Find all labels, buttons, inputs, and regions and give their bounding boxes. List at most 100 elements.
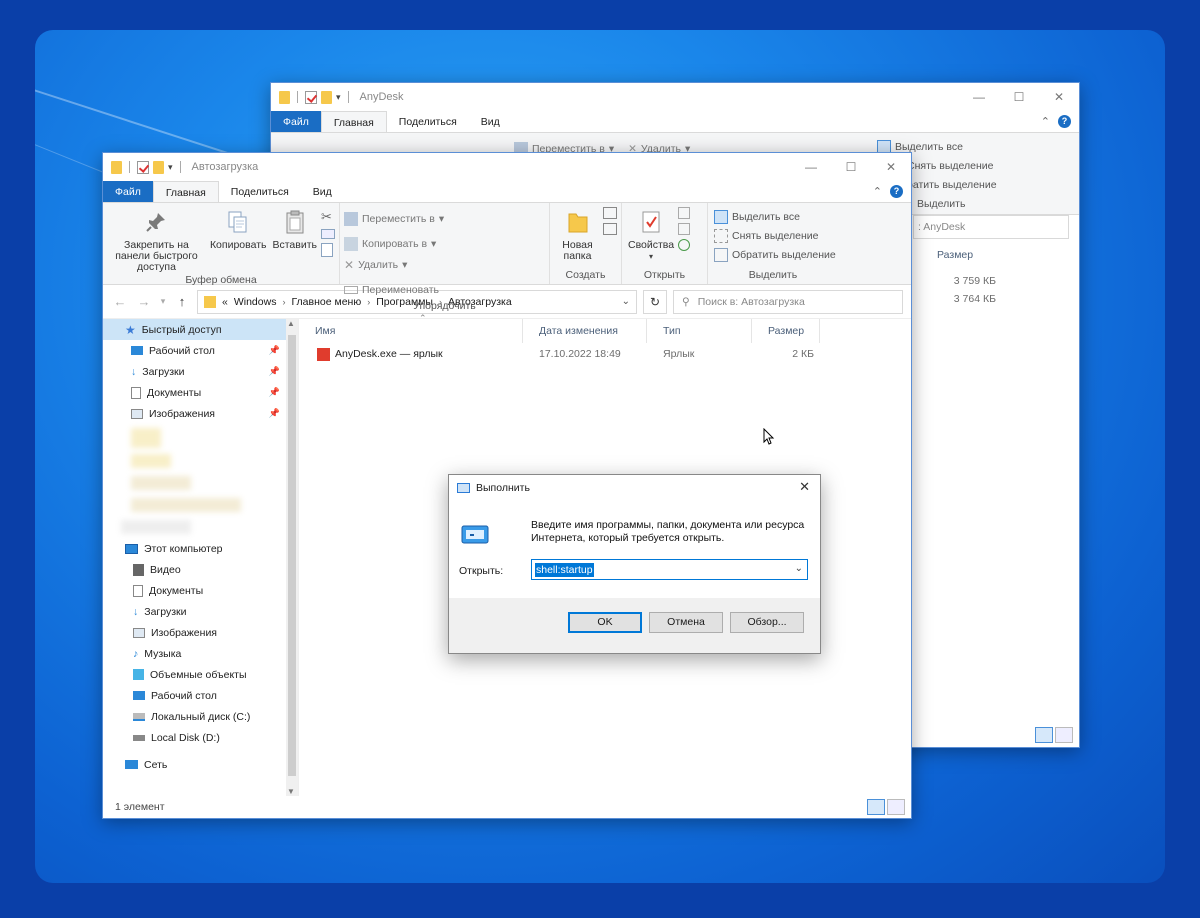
details-view-icon[interactable] bbox=[867, 799, 885, 815]
rename-button[interactable]: Переименовать bbox=[344, 280, 439, 299]
file-row[interactable]: AnyDesk.exe — ярлык 17.10.2022 18:49 Ярл… bbox=[299, 343, 901, 365]
move-to-button[interactable]: Переместить в ▾ bbox=[344, 209, 444, 228]
new-item-icon[interactable] bbox=[603, 207, 617, 219]
breadcrumb-item[interactable]: Windows bbox=[234, 296, 277, 308]
new-folder-icon[interactable] bbox=[153, 160, 164, 174]
new-folder-button[interactable]: Новая папка bbox=[554, 207, 601, 262]
nav-item-drive-c[interactable]: Локальный диск (C:) bbox=[103, 706, 298, 727]
minimize-button[interactable]: — bbox=[791, 153, 831, 181]
nav-scrollbar[interactable]: ▲ ▼ bbox=[286, 319, 298, 796]
large-icons-view-icon[interactable] bbox=[1055, 727, 1073, 743]
column-header-type[interactable]: Тип bbox=[647, 319, 752, 343]
download-icon: ↓ bbox=[131, 365, 137, 378]
pin-icon[interactable]: 📌 bbox=[269, 345, 280, 356]
paste-button[interactable]: Вставить bbox=[270, 207, 319, 251]
tab-home[interactable]: Главная bbox=[152, 181, 219, 202]
close-button[interactable]: ✕ bbox=[799, 479, 810, 495]
close-button[interactable]: ✕ bbox=[871, 153, 911, 181]
column-header-size[interactable]: Размер bbox=[752, 319, 820, 343]
edit-icon[interactable] bbox=[678, 223, 691, 235]
tab-share[interactable]: Поделиться bbox=[219, 181, 301, 202]
tab-file[interactable]: Файл bbox=[103, 181, 153, 202]
search-input[interactable]: ⚲ Поиск в: Автозагрузка bbox=[673, 289, 903, 314]
scroll-up-icon[interactable]: ▲ bbox=[287, 319, 295, 328]
search-input[interactable]: : AnyDesk bbox=[913, 215, 1069, 239]
column-header-name[interactable]: Имя bbox=[299, 319, 523, 343]
column-header-date[interactable]: Дата изменения bbox=[523, 319, 647, 343]
properties-icon[interactable] bbox=[305, 90, 317, 104]
pin-quick-access-button[interactable]: Закрепить на панели быстрого доступа bbox=[107, 207, 206, 273]
paste-shortcut-icon[interactable] bbox=[321, 243, 333, 257]
delete-button[interactable]: ✕ Удалить ▾ bbox=[344, 255, 439, 274]
nav-item-3d-objects[interactable]: Объемные объекты bbox=[103, 664, 298, 685]
nav-network[interactable]: Сеть bbox=[103, 754, 298, 775]
details-view-icon[interactable] bbox=[1035, 727, 1053, 743]
open-icon[interactable] bbox=[678, 207, 691, 219]
maximize-button[interactable]: ☐ bbox=[831, 153, 871, 181]
nav-quick-access[interactable]: ★ Быстрый доступ bbox=[103, 319, 298, 340]
help-icon[interactable]: ? bbox=[890, 185, 903, 198]
cancel-button[interactable]: Отмена bbox=[649, 612, 723, 633]
tab-home[interactable]: Главная bbox=[320, 111, 387, 132]
copy-to-button[interactable]: Копировать в ▾ bbox=[344, 234, 444, 253]
nav-item-desktop[interactable]: Рабочий стол 📌 bbox=[103, 340, 298, 361]
tab-file[interactable]: Файл bbox=[271, 111, 321, 132]
nav-item-drive-d[interactable]: Local Disk (D:) bbox=[103, 727, 298, 748]
nav-item-documents[interactable]: Документы bbox=[103, 580, 298, 601]
properties-button[interactable]: Свойства ▾ bbox=[626, 207, 676, 262]
nav-item-downloads[interactable]: ↓ Загрузки 📌 bbox=[103, 361, 298, 382]
chevron-up-icon[interactable]: ⌃ bbox=[1041, 115, 1050, 128]
pin-icon[interactable]: 📌 bbox=[269, 366, 280, 377]
browse-button[interactable]: Обзор... bbox=[730, 612, 804, 633]
chevron-down-icon[interactable]: ▾ bbox=[168, 162, 173, 173]
chevron-down-icon[interactable]: ▾ bbox=[336, 92, 341, 103]
pin-icon[interactable]: 📌 bbox=[269, 408, 280, 419]
copy-path-icon[interactable] bbox=[321, 229, 335, 239]
nav-this-pc[interactable]: Этот компьютер bbox=[103, 538, 298, 559]
refresh-button[interactable]: ↻ bbox=[643, 289, 667, 314]
deselect-button[interactable]: Снять выделение bbox=[714, 226, 818, 245]
run-dialog[interactable]: Выполнить ✕ Введите имя программы, папки… bbox=[448, 474, 821, 654]
back-button[interactable]: ← bbox=[111, 294, 129, 309]
up-button[interactable]: ↑ bbox=[173, 294, 191, 309]
minimize-button[interactable]: — bbox=[959, 83, 999, 111]
pin-icon[interactable]: 📌 bbox=[269, 387, 280, 398]
nav-item-pictures[interactable]: Изображения bbox=[103, 622, 298, 643]
close-button[interactable]: ✕ bbox=[1039, 83, 1079, 111]
maximize-button[interactable]: ☐ bbox=[999, 83, 1039, 111]
cut-icon[interactable]: ✂ bbox=[321, 209, 335, 225]
nav-item-videos[interactable]: Видео bbox=[103, 559, 298, 580]
forward-button[interactable]: → bbox=[135, 294, 153, 309]
chevron-down-icon[interactable]: ⌄ bbox=[795, 563, 803, 574]
easy-access-icon[interactable] bbox=[603, 223, 617, 235]
copy-button[interactable]: Копировать bbox=[208, 207, 269, 251]
history-icon[interactable] bbox=[678, 239, 691, 251]
dialog-body: Введите имя программы, папки, документа … bbox=[449, 501, 820, 598]
nav-item-desktop[interactable]: Рабочий стол bbox=[103, 685, 298, 706]
tab-view[interactable]: Вид bbox=[301, 181, 344, 202]
tab-view[interactable]: Вид bbox=[469, 111, 512, 132]
invert-selection-button[interactable]: Обратить выделение bbox=[714, 245, 836, 264]
chevron-up-icon[interactable]: ⌃ bbox=[873, 185, 882, 198]
recent-locations-button[interactable]: ▾ bbox=[159, 296, 167, 307]
dialog-title-bar[interactable]: Выполнить bbox=[449, 475, 820, 501]
new-folder-icon[interactable] bbox=[321, 90, 332, 104]
column-header-size[interactable]: Размер bbox=[937, 249, 973, 261]
ok-button[interactable]: OK bbox=[568, 612, 642, 633]
select-all-button[interactable]: Выделить все bbox=[714, 207, 800, 226]
scroll-down-icon[interactable]: ▼ bbox=[287, 787, 295, 796]
title-bar[interactable]: ▾ Автозагрузка — ☐ ✕ bbox=[103, 153, 911, 181]
nav-item-music[interactable]: ♪ Музыка bbox=[103, 643, 298, 664]
nav-item-pictures[interactable]: Изображения 📌 bbox=[103, 403, 298, 424]
breadcrumb-overflow[interactable]: « bbox=[222, 296, 228, 308]
run-command-input[interactable]: shell:startup ⌄ bbox=[531, 559, 808, 580]
title-bar[interactable]: ▾ AnyDesk — ☐ ✕ bbox=[271, 83, 1079, 111]
tab-share[interactable]: Поделиться bbox=[387, 111, 469, 132]
nav-item-downloads[interactable]: ↓ Загрузки bbox=[103, 601, 298, 622]
address-dropdown-button[interactable]: ⌄ bbox=[622, 296, 630, 307]
nav-item-documents[interactable]: Документы 📌 bbox=[103, 382, 298, 403]
help-icon[interactable]: ? bbox=[1058, 115, 1071, 128]
scrollbar-thumb[interactable] bbox=[288, 335, 296, 776]
large-icons-view-icon[interactable] bbox=[887, 799, 905, 815]
properties-icon[interactable] bbox=[137, 160, 149, 174]
